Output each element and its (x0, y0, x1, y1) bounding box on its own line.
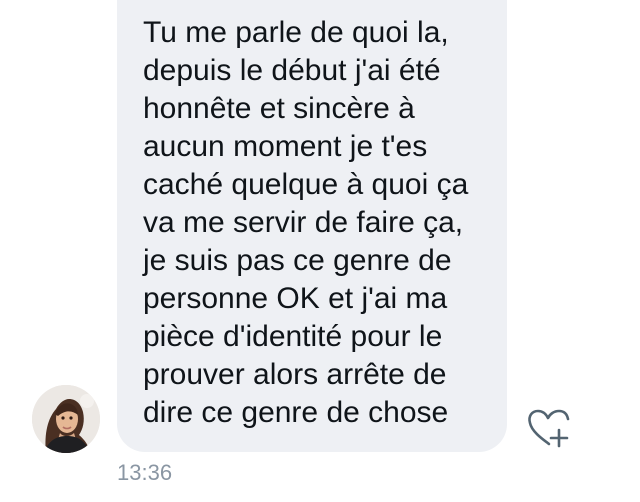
add-reaction-button[interactable] (524, 406, 572, 450)
message-line: personne OK et j'ai ma (143, 282, 448, 315)
message-line: prouver alors arrête de (143, 358, 447, 391)
message-line: Tu me parle de quoi la, (143, 16, 449, 49)
message-line: pièce d'identité pour le (143, 320, 443, 353)
heart-plus-icon (528, 409, 570, 448)
message-line: aucun moment je t'es (143, 130, 428, 163)
message-timestamp: 13:36 (117, 460, 173, 485)
message-line: va me servir de faire ça, (143, 206, 464, 239)
message-line: caché quelque à quoi ça (143, 168, 469, 201)
message-line: dire ce genre de chose (143, 396, 449, 429)
message-line: depuis le début j'ai été (143, 54, 441, 87)
sender-avatar[interactable] (32, 385, 100, 453)
message-line: honnête et sincère à (143, 92, 415, 125)
avatar-image (32, 385, 100, 453)
message-line: je suis pas ce genre de (143, 244, 452, 277)
message-bubble[interactable]: Tu me parle de quoi la, depuis le début … (117, 0, 507, 452)
